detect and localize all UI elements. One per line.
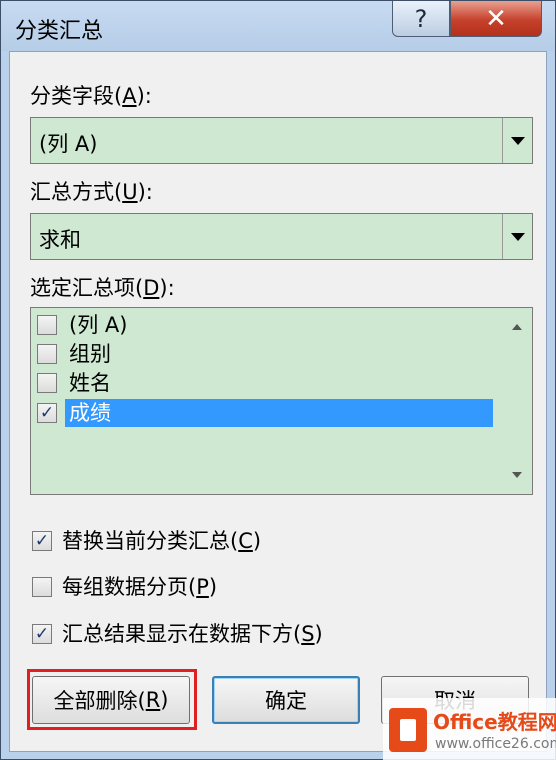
item-checkbox[interactable] — [37, 344, 57, 364]
item-checkbox[interactable] — [37, 373, 57, 393]
dialog-body: 分类字段(A): (列 A) 汇总方式(U): 求和 选定汇总项(D): (列 … — [9, 51, 547, 752]
dialog-window: 分类汇总 ? ✕ 分类字段(A): (列 A) 汇总方式(U): 求和 选定汇总… — [0, 0, 556, 760]
method-combo[interactable]: 求和 — [30, 213, 533, 260]
close-button[interactable]: ✕ — [450, 1, 542, 37]
scroll-down-icon[interactable] — [512, 472, 522, 478]
option-label: 汇总结果显示在数据下方(S) — [62, 622, 323, 646]
items-label: 选定汇总项(D): — [30, 276, 175, 300]
option-checkbox[interactable]: ✓ — [32, 624, 52, 644]
item-label: (列 A) — [69, 313, 128, 337]
question-mark-icon: ? — [414, 4, 428, 33]
help-button[interactable]: ? — [392, 1, 450, 37]
watermark-url: www.office26.com — [435, 736, 556, 752]
scroll-up-icon[interactable] — [512, 324, 522, 330]
field-combo-dropdown-button[interactable] — [502, 118, 532, 163]
check-icon: ✓ — [34, 623, 50, 644]
chevron-down-icon — [510, 232, 525, 241]
dialog-title: 分类汇总 — [15, 19, 104, 44]
highlight-frame — [27, 669, 197, 730]
listbox-scrollbar[interactable] — [502, 308, 532, 494]
list-item[interactable]: 组别 — [35, 340, 493, 368]
items-listbox[interactable]: (列 A) 组别 姓名 ✓ 成绩 — [30, 307, 533, 495]
option-summary-below[interactable]: ✓ 汇总结果显示在数据下方(S) — [32, 620, 472, 648]
ok-button[interactable]: 确定 — [212, 676, 360, 724]
item-checkbox[interactable] — [37, 315, 57, 335]
option-page-break[interactable]: 每组数据分页(P) — [32, 573, 472, 601]
field-combo-value: (列 A) — [39, 132, 98, 156]
check-icon: ✓ — [34, 530, 50, 551]
item-label: 组别 — [69, 342, 111, 366]
method-combo-dropdown-button[interactable] — [502, 214, 532, 259]
office-logo-icon — [389, 708, 427, 752]
option-checkbox[interactable]: ✓ — [32, 531, 52, 551]
method-label: 汇总方式(U): — [30, 180, 153, 204]
option-checkbox[interactable] — [32, 577, 52, 597]
item-checkbox[interactable]: ✓ — [37, 403, 57, 423]
list-item[interactable]: (列 A) — [35, 311, 493, 339]
option-label: 替换当前分类汇总(C) — [62, 529, 262, 553]
watermark-title: Office教程网 — [433, 710, 556, 734]
title-bar[interactable]: 分类汇总 ? ✕ — [1, 1, 555, 51]
check-icon: ✓ — [39, 402, 55, 423]
item-label: 成绩 — [65, 399, 493, 427]
option-replace-current[interactable]: ✓ 替换当前分类汇总(C) — [32, 527, 472, 555]
close-icon: ✕ — [485, 3, 507, 34]
field-label: 分类字段(A): — [30, 84, 152, 108]
watermark: Office教程网 www.office26.com — [383, 698, 556, 760]
option-label: 每组数据分页(P) — [62, 575, 218, 599]
chevron-down-icon — [510, 136, 525, 145]
method-combo-value: 求和 — [39, 228, 81, 252]
list-item-selected[interactable]: ✓ 成绩 — [35, 399, 493, 427]
item-label: 姓名 — [69, 371, 111, 395]
field-combo[interactable]: (列 A) — [30, 117, 533, 164]
list-item[interactable]: 姓名 — [35, 369, 493, 397]
